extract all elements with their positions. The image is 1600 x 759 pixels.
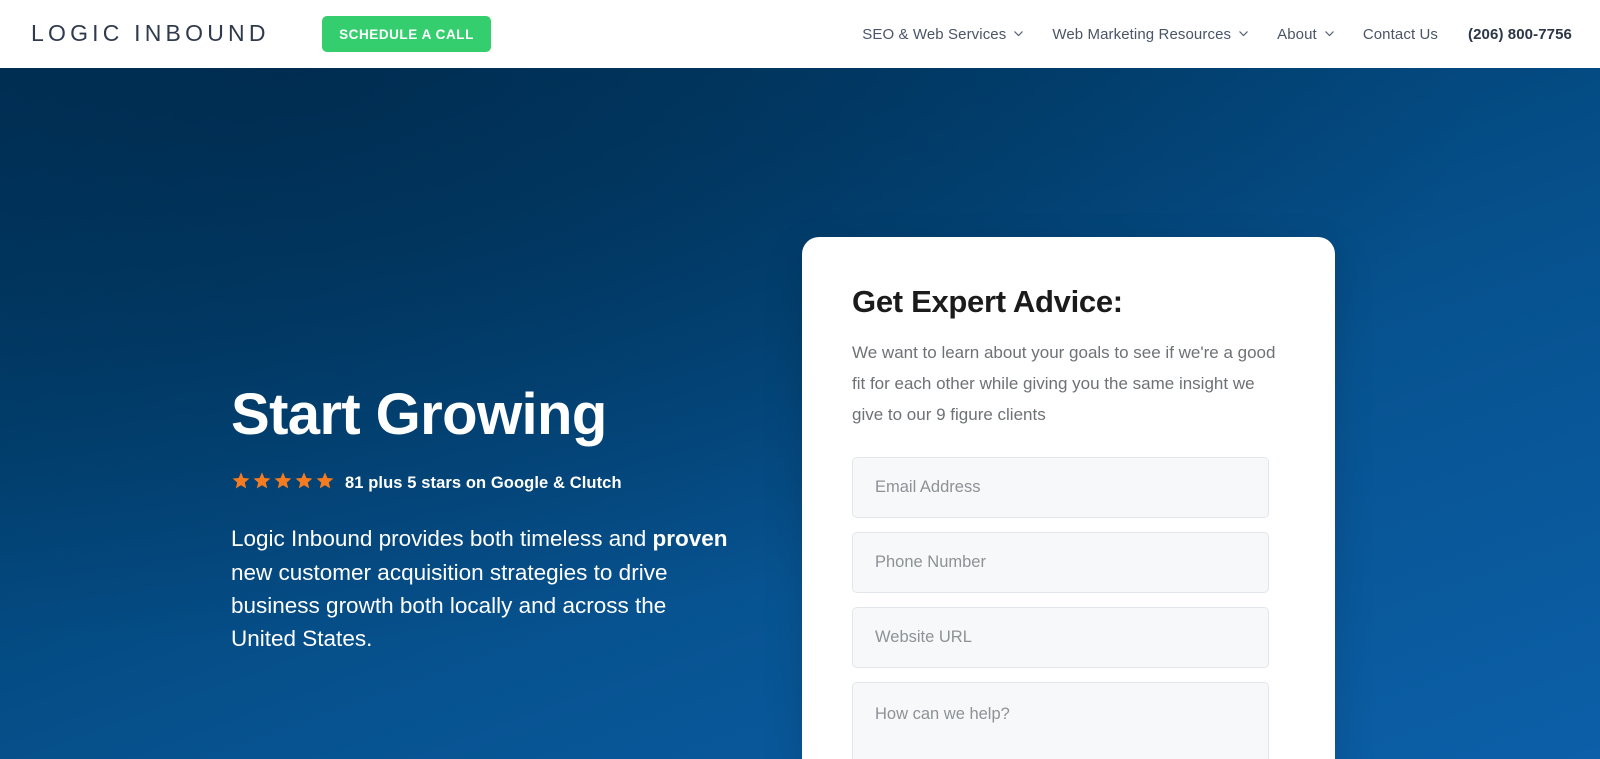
form-subtext: We want to learn about your goals to see… [852, 343, 1276, 424]
phone-field[interactable] [852, 531, 1269, 593]
nav-item-seo-web-services[interactable]: SEO & Web Services [847, 0, 1037, 68]
star-icon [273, 471, 293, 496]
message-field[interactable] [852, 681, 1269, 759]
star-rating-group [231, 471, 335, 496]
schedule-a-call-button[interactable]: SCHEDULE A CALL [322, 16, 491, 52]
star-icon [252, 471, 272, 496]
chevron-down-icon [1324, 28, 1334, 37]
hero-section: Start Growing 81 plus 5 stars on Google … [0, 68, 1600, 759]
nav-item-contact-us[interactable]: Contact Us [1348, 0, 1453, 68]
star-icon [294, 471, 314, 496]
brand-logo[interactable]: LOGIC INBOUND [31, 20, 270, 47]
email-field[interactable] [852, 456, 1269, 518]
nav-phone-label: (206) 800-7756 [1468, 25, 1572, 43]
nav-phone-number[interactable]: (206) 800-7756 [1453, 0, 1572, 68]
rating-text: 81 plus 5 stars on Google & Clutch [345, 474, 622, 493]
website-url-field[interactable] [852, 606, 1269, 668]
nav-item-label: About [1277, 25, 1317, 43]
hero-title: Start Growing [231, 382, 607, 447]
chevron-down-icon [1013, 28, 1024, 37]
hero-inner: Start Growing 81 plus 5 stars on Google … [0, 68, 1600, 759]
lead-form-card: Get Expert Advice: We want to learn abou… [802, 237, 1335, 759]
form-heading: Get Expert Advice: [852, 284, 1123, 319]
nav-item-label: SEO & Web Services [862, 25, 1007, 43]
nav-item-label: Web Marketing Resources [1052, 25, 1232, 43]
primary-nav: SEO & Web Services Web Marketing Resourc… [847, 0, 1572, 68]
nav-item-about[interactable]: About [1262, 0, 1348, 68]
site-header: LOGIC INBOUND SCHEDULE A CALL SEO & Web … [0, 0, 1600, 68]
hero-paragraph-bold: proven [652, 526, 728, 552]
star-icon [315, 471, 335, 496]
hero-paragraph-part2: new customer acquisition strategies to d… [231, 559, 668, 651]
chevron-down-icon [1238, 28, 1248, 37]
rating-row: 81 plus 5 stars on Google & Clutch [231, 471, 751, 496]
hero-paragraph: Logic Inbound provides both timeless and… [231, 522, 731, 654]
hero-paragraph-part1: Logic Inbound provides both timeless and [231, 526, 653, 552]
hero-copy: Start Growing 81 plus 5 stars on Google … [231, 384, 751, 655]
nav-item-web-marketing-resources[interactable]: Web Marketing Resources [1037, 0, 1262, 68]
star-icon [231, 471, 251, 496]
nav-item-label: Contact Us [1362, 25, 1439, 43]
